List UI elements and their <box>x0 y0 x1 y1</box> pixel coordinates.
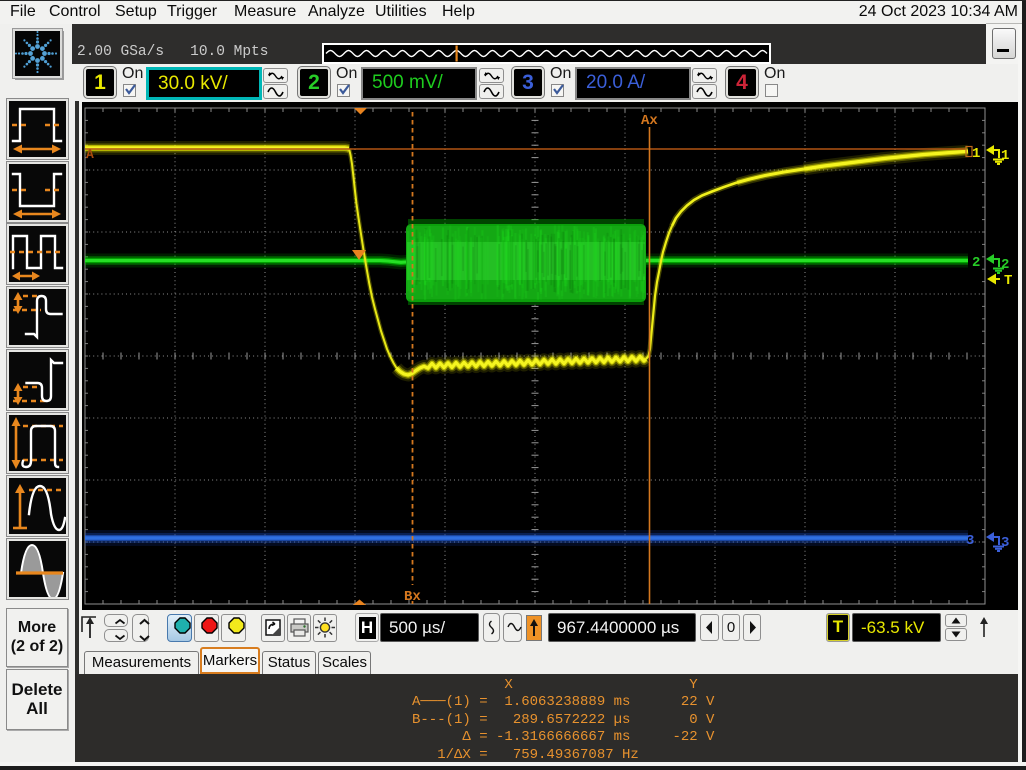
svg-text:A: A <box>86 147 94 162</box>
svg-text:2: 2 <box>1001 257 1009 273</box>
svg-text:Ax: Ax <box>641 113 658 129</box>
svg-text:1: 1 <box>1001 148 1009 164</box>
svg-text:T: T <box>1004 273 1012 289</box>
svg-text:Bx: Bx <box>404 589 421 605</box>
svg-text:3: 3 <box>966 533 974 549</box>
svg-text:1: 1 <box>972 146 980 162</box>
svg-text:2: 2 <box>972 255 980 271</box>
svg-text:3: 3 <box>1001 535 1009 551</box>
